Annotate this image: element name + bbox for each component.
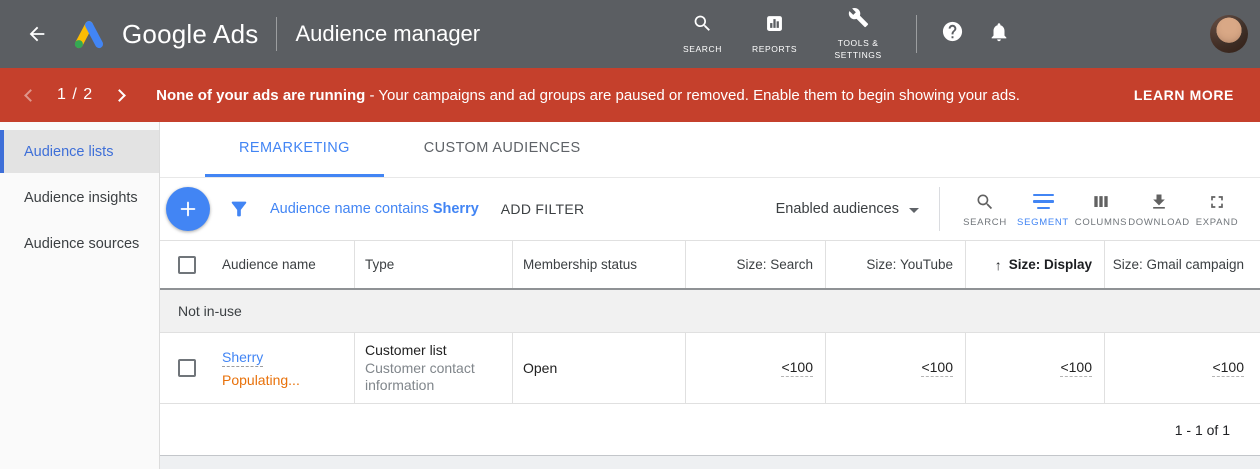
- reports-icon: [764, 13, 785, 39]
- banner-prev-icon[interactable]: [24, 89, 37, 102]
- sidebar: Audience lists Audience insights Audienc…: [0, 122, 160, 469]
- tab-bar: REMARKETING CUSTOM AUDIENCES: [160, 122, 1260, 178]
- size-gmail-cell: <100: [1105, 333, 1260, 403]
- select-all-checkbox[interactable]: [178, 256, 196, 274]
- topbar-search-button[interactable]: SEARCH: [668, 13, 737, 55]
- download-button[interactable]: DOWNLOAD: [1130, 191, 1188, 228]
- brand-name: Google Ads: [122, 19, 258, 50]
- title-divider: [276, 17, 277, 51]
- toolbar-right: Enabled audiences SEARCH: [776, 187, 1246, 231]
- toolbar-divider: [939, 187, 940, 231]
- audience-name-link[interactable]: Sherry: [222, 349, 263, 367]
- columns-button[interactable]: COLUMNS: [1072, 191, 1130, 228]
- expand-icon: [1207, 191, 1227, 213]
- plus-icon: [177, 198, 199, 220]
- banner-message-rest: - Your campaigns and ad groups are pause…: [365, 87, 1020, 104]
- chevron-down-icon: [909, 208, 919, 213]
- bell-icon: [988, 21, 1010, 48]
- expand-button[interactable]: EXPAND: [1188, 191, 1246, 228]
- top-app-bar: Google Ads Audience manager SEARCH REPOR…: [0, 0, 1260, 68]
- notifications-button[interactable]: [988, 21, 1010, 48]
- wrench-icon: [848, 7, 869, 33]
- google-ads-logo[interactable]: Google Ads: [68, 16, 258, 52]
- topbar-tools-settings-label: TOOLS & SETTINGS: [827, 38, 889, 60]
- learn-more-button[interactable]: LEARN MORE: [1134, 87, 1234, 103]
- sidebar-item-audience-lists[interactable]: Audience lists: [0, 130, 159, 173]
- add-filter-button[interactable]: ADD FILTER: [501, 201, 585, 217]
- tab-custom-audiences[interactable]: CUSTOM AUDIENCES: [390, 122, 615, 177]
- active-filter-chip[interactable]: Audience name contains Sherry: [270, 201, 479, 217]
- banner-message-bold: None of your ads are running: [156, 87, 365, 104]
- audience-status-dropdown[interactable]: Enabled audiences: [776, 201, 919, 217]
- table-search-label: SEARCH: [963, 217, 1007, 228]
- audience-name-cell: Sherry Populating...: [212, 333, 355, 403]
- back-arrow-icon[interactable]: [20, 17, 54, 51]
- table-toolbar: Audience name contains Sherry ADD FILTER…: [160, 178, 1260, 240]
- column-header-audience-name[interactable]: Audience name: [212, 241, 355, 288]
- download-icon: [1149, 191, 1169, 213]
- banner-next-icon[interactable]: [113, 89, 126, 102]
- search-icon: [692, 13, 713, 39]
- row-select-cell: [160, 333, 212, 403]
- column-header-type[interactable]: Type: [355, 241, 513, 288]
- size-youtube-cell: <100: [826, 333, 966, 403]
- column-header-size-search[interactable]: Size: Search: [686, 241, 826, 288]
- size-search-cell: <100: [686, 333, 826, 403]
- pagination-range: 1 - 1 of 1: [1175, 422, 1230, 438]
- content-card: REMARKETING CUSTOM AUDIENCES Audience na…: [160, 122, 1260, 456]
- google-ads-logo-icon: [68, 16, 110, 52]
- topbar-tools-settings-button[interactable]: TOOLS & SETTINGS: [812, 7, 904, 60]
- download-label: DOWNLOAD: [1128, 217, 1190, 228]
- column-header-size-gmail[interactable]: Size: Gmail campaign: [1105, 241, 1260, 288]
- column-header-size-display[interactable]: ↑Size: Display: [966, 241, 1105, 288]
- banner-pager: 1 / 2: [57, 86, 93, 104]
- topbar-divider: [916, 15, 917, 53]
- search-icon: [975, 191, 995, 213]
- populating-status: Populating...: [222, 372, 300, 388]
- help-icon: [941, 20, 964, 48]
- sidebar-item-audience-insights[interactable]: Audience insights: [0, 176, 159, 219]
- tab-remarketing[interactable]: REMARKETING: [205, 122, 384, 177]
- table-footer: 1 - 1 of 1: [160, 404, 1260, 455]
- membership-status-cell: Open: [513, 333, 686, 403]
- table-group-row: Not in-use: [160, 290, 1260, 333]
- select-all-cell: [160, 241, 212, 288]
- column-header-membership-status[interactable]: Membership status: [513, 241, 686, 288]
- page-background: [160, 456, 1260, 469]
- table-row: Sherry Populating... Customer list Custo…: [160, 333, 1260, 404]
- type-detail: Customer contact information: [365, 360, 502, 394]
- page-title: Audience manager: [295, 21, 480, 47]
- banner-message: None of your ads are running - Your camp…: [156, 87, 1020, 104]
- segment-label: SEGMENT: [1017, 217, 1069, 228]
- columns-label: COLUMNS: [1075, 217, 1127, 228]
- size-display-cell: <100: [966, 333, 1105, 403]
- add-audience-button[interactable]: [166, 187, 210, 231]
- main-area: Audience lists Audience insights Audienc…: [0, 122, 1260, 469]
- topbar-reports-label: REPORTS: [752, 44, 797, 55]
- topbar-search-label: SEARCH: [683, 44, 722, 55]
- segment-button[interactable]: SEGMENT: [1014, 191, 1072, 228]
- segment-icon: [1033, 191, 1054, 213]
- type-value: Customer list: [365, 342, 447, 358]
- table-header: Audience name Type Membership status Siz…: [160, 240, 1260, 290]
- row-checkbox[interactable]: [178, 359, 196, 377]
- column-header-size-youtube[interactable]: Size: YouTube: [826, 241, 966, 288]
- filter-icon[interactable]: [228, 198, 250, 220]
- topbar-reports-button[interactable]: REPORTS: [737, 13, 812, 55]
- user-avatar[interactable]: [1210, 15, 1248, 53]
- content: REMARKETING CUSTOM AUDIENCES Audience na…: [160, 122, 1260, 469]
- help-button[interactable]: [941, 20, 964, 48]
- topbar-actions: SEARCH REPORTS TOOLS & SETTINGS: [668, 7, 1022, 60]
- columns-icon: [1091, 191, 1111, 213]
- type-cell: Customer list Customer contact informati…: [355, 333, 513, 403]
- notification-banner: 1 / 2 None of your ads are running - You…: [0, 68, 1260, 122]
- filter-value: Sherry: [433, 201, 479, 217]
- sidebar-item-audience-sources[interactable]: Audience sources: [0, 222, 159, 265]
- audience-status-dropdown-value: Enabled audiences: [776, 201, 899, 217]
- table-search-button[interactable]: SEARCH: [956, 191, 1014, 228]
- filter-text: Audience name contains: [270, 201, 433, 217]
- expand-label: EXPAND: [1196, 217, 1239, 228]
- sort-ascending-icon: ↑: [995, 257, 1002, 273]
